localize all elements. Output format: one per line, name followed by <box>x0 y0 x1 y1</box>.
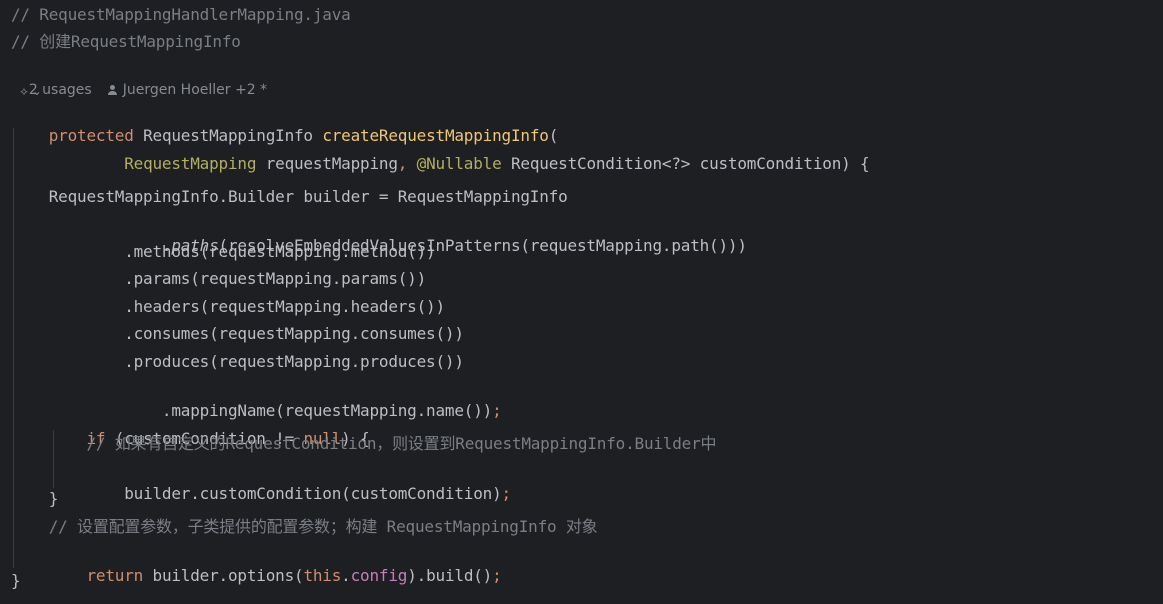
code-line: .paths(resolveEmbeddedValuesInPatterns(r… <box>11 213 747 255</box>
code-line: .headers(requestMapping.headers()) <box>11 297 445 316</box>
code-text: builder.customCondition(customCondition) <box>48 484 502 503</box>
code-line: .produces(requestMapping.produces()) <box>11 352 464 371</box>
code-line: .params(requestMapping.params()) <box>11 269 427 288</box>
sparkle-icon: ⟡ <box>20 84 28 98</box>
code-text: builder.options( <box>143 566 304 585</box>
code-line: .mappingName(requestMapping.name()); <box>11 378 502 420</box>
authors-link[interactable]: Juergen Hoeller +2 * <box>123 82 267 98</box>
keyword: return <box>86 566 144 585</box>
semicolon: ; <box>501 484 512 503</box>
comma: , <box>397 154 408 173</box>
code-line: } <box>11 489 59 508</box>
code-text: . <box>341 566 351 585</box>
param: RequestCondition<?> customCondition) { <box>501 154 870 173</box>
code-line: RequestMappingInfo.Builder builder = Req… <box>11 187 568 206</box>
chevron-down-icon: ⌄ <box>27 84 42 98</box>
code-line: if (customCondition != null) { <box>11 406 369 448</box>
ai-actions-widget[interactable]: ⟡ ⌄ <box>20 82 42 100</box>
code-line: return builder.options(this.config).buil… <box>11 543 501 585</box>
comment-line: // 设置配置参数，子类提供的配置参数；构建 RequestMappingInf… <box>11 517 598 536</box>
annotation: @Nullable <box>407 154 502 173</box>
code-line: .methods(requestMapping.method()) <box>11 242 436 261</box>
code-line: } <box>11 571 21 590</box>
user-icon <box>107 85 117 95</box>
keyword: this <box>303 566 342 585</box>
code-line: RequestMapping requestMapping, @Nullable… <box>11 131 869 173</box>
comment-line: // 创建RequestMappingInfo <box>11 32 241 51</box>
code-line: protected RequestMappingInfo createReque… <box>11 103 559 145</box>
param: requestMapping <box>256 154 398 173</box>
semicolon: ; <box>492 566 502 585</box>
code-vision-hints: 2 usages Juergen Hoeller +2 * <box>11 60 267 98</box>
code-text: ).build() <box>407 566 493 585</box>
code-editor[interactable]: // RequestMappingHandlerMapping.java // … <box>0 0 1163 604</box>
comment-line: // 如果有自定义的RequestCondition，则设置到RequestMa… <box>11 434 717 453</box>
semicolon: ; <box>492 401 502 420</box>
code-line: builder.customCondition(customCondition)… <box>11 461 511 503</box>
annotation-type: RequestMapping <box>124 154 257 173</box>
comment-line: // RequestMappingHandlerMapping.java <box>11 5 351 24</box>
code-line: .consumes(requestMapping.consumes()) <box>11 324 464 343</box>
field: config <box>350 566 408 585</box>
